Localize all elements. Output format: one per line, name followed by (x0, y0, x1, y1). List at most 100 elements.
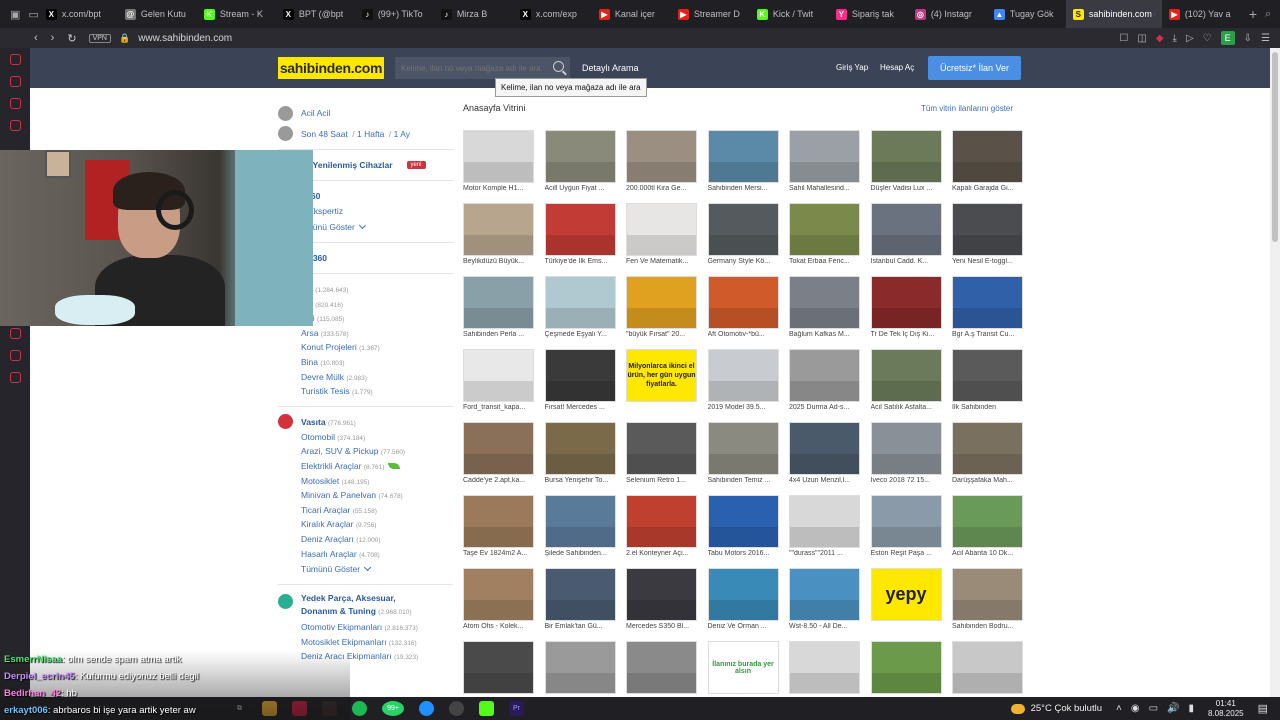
showcase-item[interactable]: İlk Sahibinden (952, 349, 1023, 414)
showcase-show-all-link[interactable]: Tüm vitrin ilanlarını göster (921, 104, 1013, 113)
url-field[interactable]: www.sahibinden.com (138, 33, 232, 44)
listing-thumbnail[interactable] (463, 349, 534, 402)
listing-thumbnail[interactable] (789, 568, 860, 621)
listing-thumbnail[interactable] (789, 641, 860, 694)
showcase-item[interactable]: 2019 Model 39.5... (707, 349, 779, 414)
listing-thumbnail[interactable] (952, 130, 1023, 183)
showcase-item[interactable]: 2.el Konteyner Açı... (626, 495, 697, 560)
listing-caption[interactable]: Tabu Motors 2016... (708, 550, 779, 557)
showcase-item[interactable]: 200.000tl Kira Ge... (626, 130, 697, 195)
category-item[interactable]: Otomobil (374.184) (278, 430, 453, 445)
showcase-item[interactable]: Acill Uygun Fiyat ... (544, 130, 616, 195)
showcase-item[interactable] (463, 641, 534, 700)
listing-thumbnail[interactable] (626, 641, 697, 694)
listing-caption[interactable]: 2025 Durma Ad-s... (789, 404, 860, 411)
battery-icon[interactable]: ▮ (1188, 703, 1194, 714)
listing-caption[interactable]: Acil Satılık Asfalta... (871, 404, 942, 411)
showcase-item[interactable]: İlanınız burada yer alsın (707, 641, 779, 700)
listing-thumbnail[interactable] (952, 568, 1023, 621)
listing-caption[interactable]: Fırsat! Mercedes ... (545, 404, 616, 411)
showcase-item[interactable]: Beylikdüzü Büyük... (463, 203, 534, 268)
acil-link[interactable]: Acil Acil (301, 108, 330, 118)
notification-icon[interactable]: ▤ (1258, 702, 1268, 715)
listing-thumbnail[interactable] (626, 203, 697, 256)
site-logo[interactable]: sahibinden.com (278, 57, 384, 79)
listing-caption[interactable]: Bgr A.ş Transit Cu... (952, 331, 1023, 338)
browser-tab[interactable]: ♪ (99+) TikTo (355, 0, 434, 28)
listing-caption[interactable]: 4x4 Uzun Menzil,l... (789, 477, 860, 484)
listing-thumbnail[interactable] (626, 422, 697, 475)
showcase-item[interactable]: "büyük Fırsat" 20... (626, 276, 697, 341)
listing-thumbnail[interactable] (789, 276, 860, 329)
browser-tab[interactable]: Xx.com/exp (513, 0, 592, 28)
listing-thumbnail[interactable] (870, 641, 942, 694)
showcase-item[interactable]: Sahibinden Temiz ... (707, 422, 779, 487)
tab-list-icon[interactable]: ▭ (28, 8, 38, 21)
showcase-item[interactable]: Cadde'ye 2.apt,ka... (463, 422, 534, 487)
listing-thumbnail[interactable] (789, 130, 860, 183)
extension-e-icon[interactable]: E (1220, 31, 1235, 45)
premiere-icon[interactable]: Pr (509, 701, 524, 716)
listing-caption[interactable]: Şilede Sahibinden... (545, 550, 616, 557)
listing-thumbnail[interactable] (544, 276, 616, 329)
showcase-item[interactable]: Bir Emlak'tan Gü... (544, 568, 616, 633)
listing-thumbnail[interactable] (789, 495, 860, 548)
listing-thumbnail[interactable] (463, 203, 534, 256)
promo-banner[interactable]: Milyonlarca ikinci el ürün, her gün uygu… (626, 349, 697, 402)
showcase-item[interactable]: Tokat Erbaa Feric... (789, 203, 860, 268)
sidebar-settings-icon[interactable] (10, 372, 21, 383)
listing-thumbnail[interactable] (707, 495, 779, 548)
showcase-item[interactable]: Eston Reşit Paşa ... (870, 495, 942, 560)
listing-caption[interactable]: Ford_transit_kapa... (463, 404, 534, 411)
showcase-item[interactable]: Düşler Vadisi Lux ... (870, 130, 942, 195)
listing-caption[interactable]: 2.el Konteyner Açı... (626, 550, 697, 557)
renewed-devices-link[interactable]: ile Yenilenmiş Cihazlar (301, 160, 393, 170)
listing-thumbnail[interactable] (707, 568, 779, 621)
showcase-item[interactable]: Tabu Motors 2016... (707, 495, 779, 560)
downloads-icon[interactable]: ⇩ (1244, 33, 1252, 44)
spotify-icon[interactable] (352, 701, 367, 716)
browser-tab[interactable]: Ssahibinden.com - Ti (1065, 0, 1162, 28)
volume-icon[interactable]: 🔊 (1167, 703, 1179, 714)
listing-thumbnail[interactable] (463, 422, 534, 475)
listing-thumbnail[interactable] (626, 568, 697, 621)
whatsapp-icon[interactable]: 99+ (382, 701, 404, 716)
listing-thumbnail[interactable] (789, 349, 860, 402)
vasita-head[interactable]: Vasıta (776.961) (278, 414, 453, 430)
category-item[interactable]: Motosiklet Ekipmanları (132.316) (278, 635, 453, 650)
listing-thumbnail[interactable] (789, 422, 860, 475)
sidebar-clock-icon[interactable] (10, 328, 21, 339)
category-item[interactable]: Deniz Araçları (12.000) (278, 532, 453, 547)
showcase-item[interactable] (952, 641, 1023, 700)
showcase-item[interactable]: Wst-8.50 - All De... (789, 568, 860, 633)
showcase-item[interactable]: Tr De Tek İç Dış Ki... (870, 276, 942, 341)
listing-thumbnail[interactable] (707, 276, 779, 329)
new-tab-button[interactable]: + (1241, 6, 1265, 22)
listing-thumbnail[interactable] (952, 203, 1023, 256)
listing-caption[interactable]: Mercedes S350 Bl... (626, 623, 697, 630)
register-link[interactable]: Hesap Aç (880, 63, 914, 72)
listing-caption[interactable]: Acil Abanta 10 Dk... (952, 550, 1023, 557)
showcase-item[interactable]: Taşe Ev 1824m2 A... (463, 495, 534, 560)
bookmark-icon[interactable]: ☐ (1119, 33, 1128, 44)
browser-tab[interactable]: ▶ Kanal içer (592, 0, 671, 28)
browser-tab[interactable]: K Stream - K (197, 0, 276, 28)
yedek-head[interactable]: Yedek Parça, Aksesuar, Donanım & Tuning (… (278, 592, 453, 620)
showcase-item[interactable]: Germany Style Kö... (707, 203, 779, 268)
listing-caption[interactable]: Darüşşafaka Mah... (952, 477, 1023, 484)
listing-caption[interactable]: Bir Emlak'tan Gü... (545, 623, 616, 630)
workspace-icon[interactable]: ▣ (10, 8, 20, 21)
listing-thumbnail[interactable] (463, 276, 534, 329)
listing-thumbnail[interactable] (707, 203, 779, 256)
listing-caption[interactable]: Çeşmede Eşyalı Y... (545, 331, 616, 338)
download-icon[interactable]: ⤓ (1173, 33, 1177, 44)
listing-thumbnail[interactable] (952, 422, 1023, 475)
camera-icon[interactable]: ◫ (1137, 33, 1146, 44)
showcase-item[interactable]: Bursa Yenişehir To... (544, 422, 616, 487)
showcase-item[interactable]: Bağlum Kafkas M... (789, 276, 860, 341)
category-item[interactable]: Hasarlı Araçlar (4.708) (278, 547, 453, 562)
record-icon[interactable]: ◉ (1131, 703, 1140, 714)
showcase-item[interactable]: 2025 Durma Ad-s... (789, 349, 860, 414)
showcase-item[interactable]: yepy (870, 568, 942, 633)
listing-caption[interactable]: Eston Reşit Paşa ... (871, 550, 942, 557)
